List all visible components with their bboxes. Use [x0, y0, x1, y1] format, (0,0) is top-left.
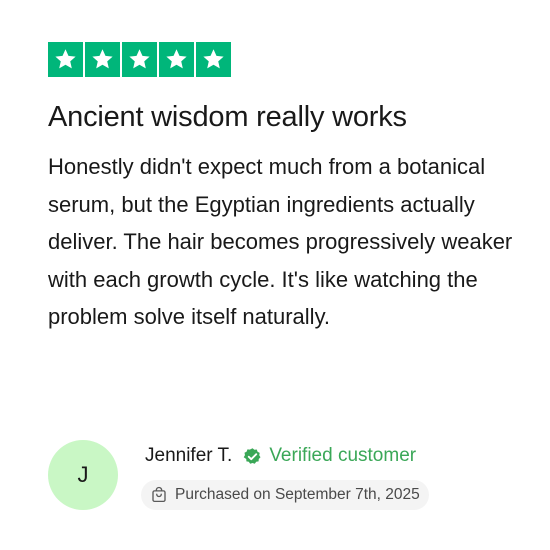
- review-body: Honestly didn't expect much from a botan…: [48, 154, 513, 329]
- verified-check-icon: [243, 447, 262, 466]
- reviewer-name: Jennifer T.: [145, 445, 233, 466]
- verified-label: Verified customer: [269, 445, 417, 466]
- purchase-date: Purchased on September 7th, 2025: [175, 486, 420, 503]
- star-icon: [85, 42, 120, 77]
- star-icon: [48, 42, 83, 77]
- reviewer-info: Jennifer T. Verified customer: [145, 445, 416, 467]
- shopping-bag-icon: [150, 486, 168, 504]
- review-card: Ancient wisdom really works Honestly did…: [0, 0, 550, 550]
- avatar-initial: J: [77, 462, 89, 487]
- avatar: J: [48, 440, 118, 510]
- star-rating: [48, 42, 231, 77]
- purchase-badge: Purchased on September 7th, 2025: [141, 480, 429, 510]
- review-title: Ancient wisdom really works: [48, 101, 407, 133]
- star-icon: [196, 42, 231, 77]
- star-icon: [122, 42, 157, 77]
- star-icon: [159, 42, 194, 77]
